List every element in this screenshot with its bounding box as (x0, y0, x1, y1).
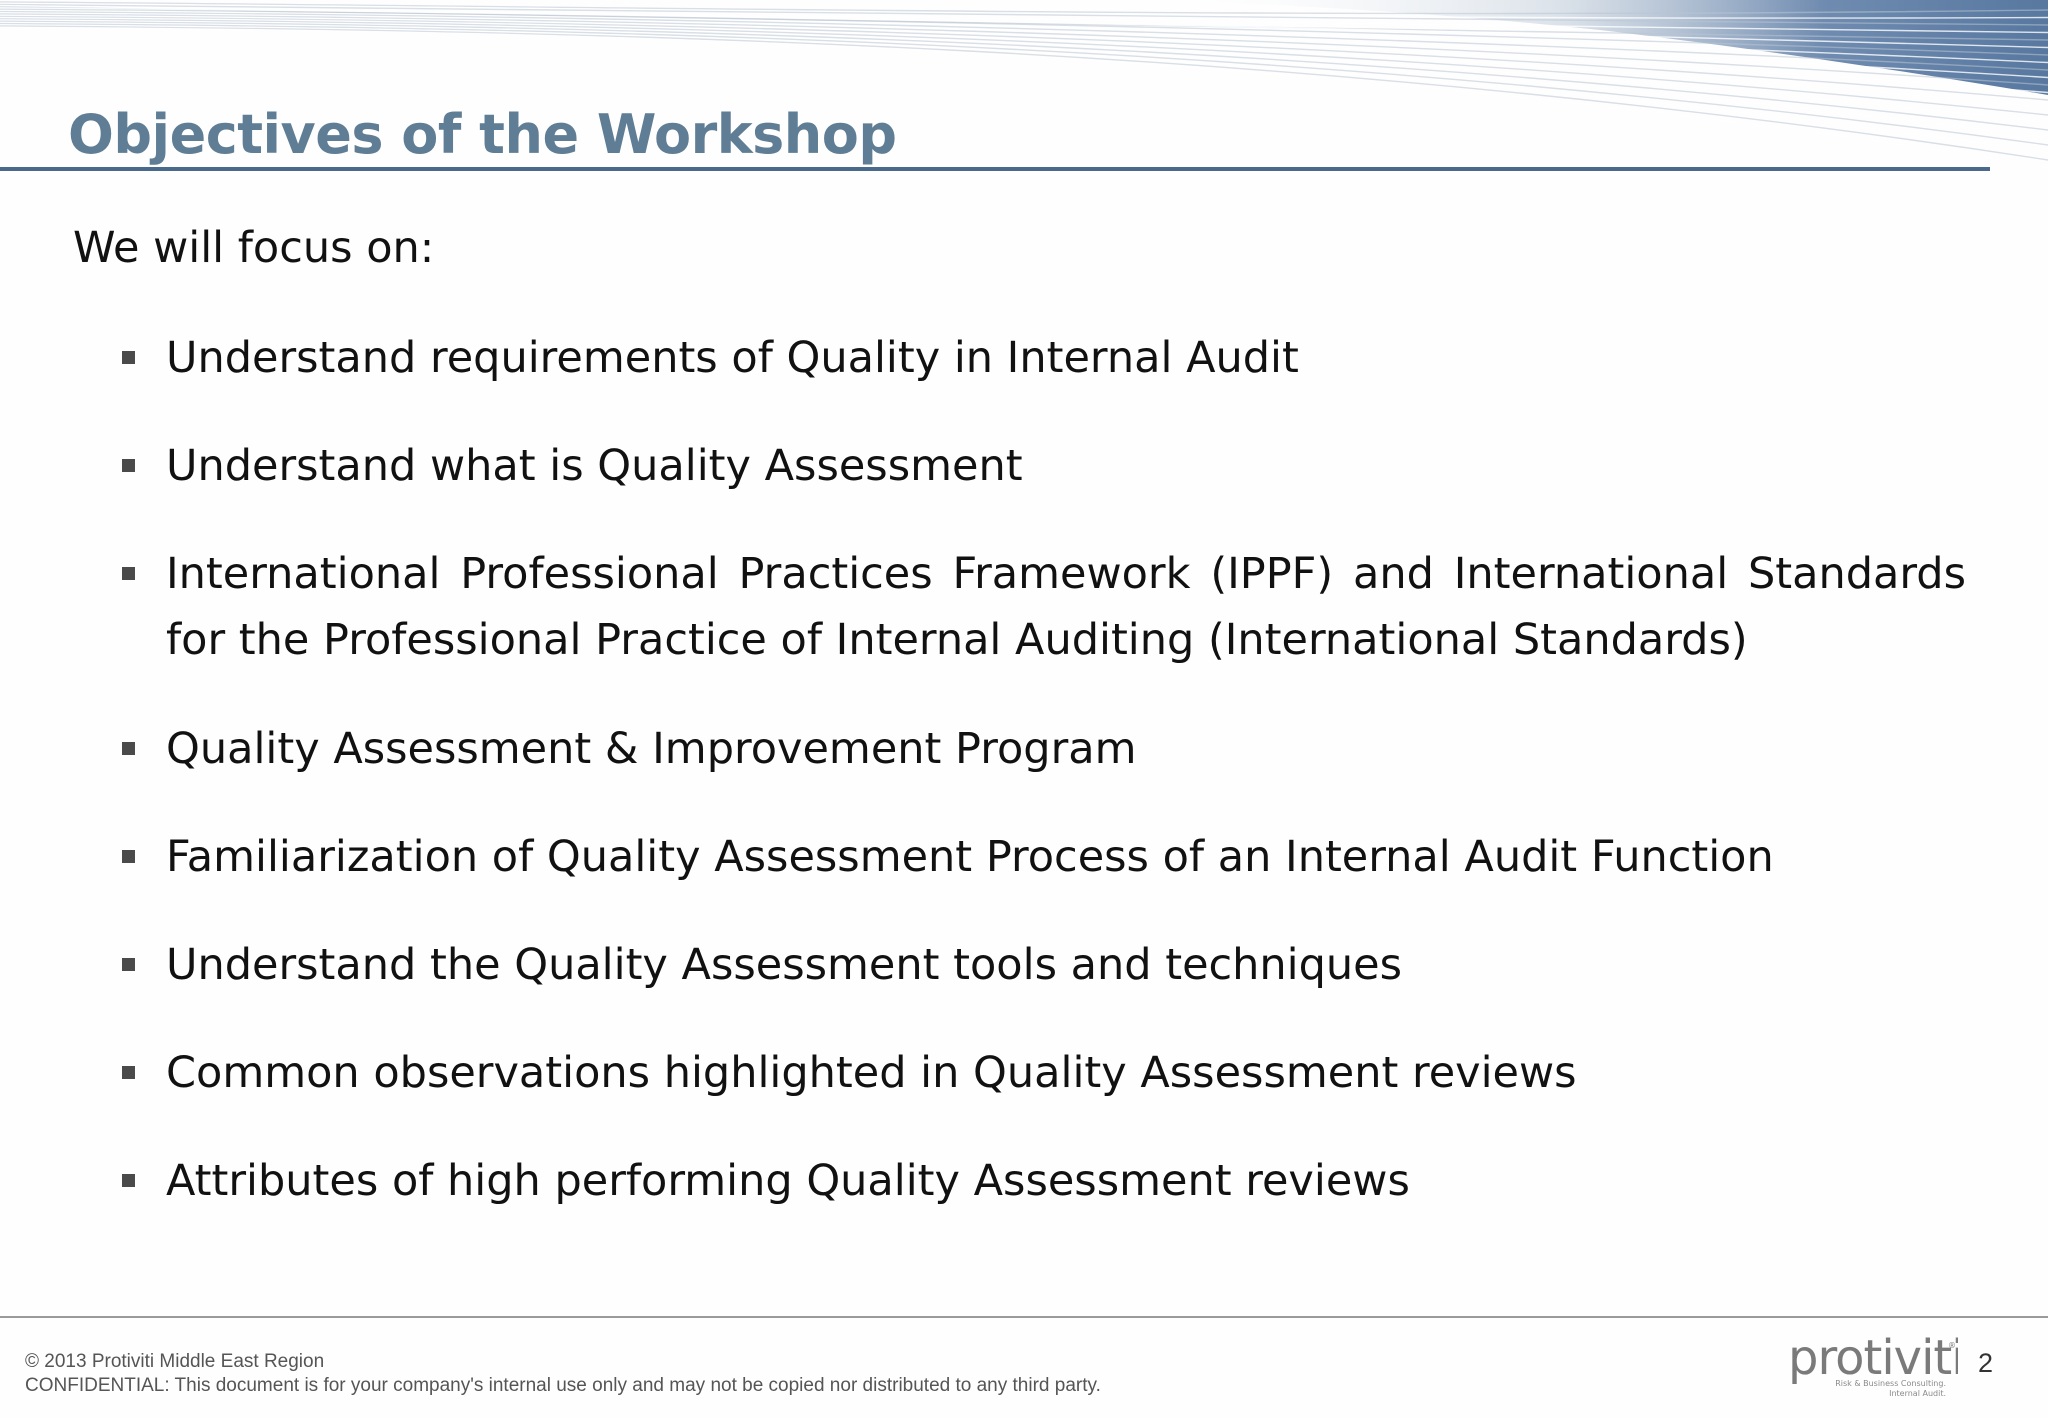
page-number: 2 (1978, 1348, 1994, 1378)
square-bullet-icon (122, 1066, 135, 1079)
list-item-text: Understand requirements of Quality in In… (166, 333, 1299, 383)
svg-text:Internal Audit.: Internal Audit. (1889, 1389, 1946, 1398)
list-item-text: Attributes of high performing Quality As… (166, 1156, 1410, 1206)
svg-text:Risk & Business Consulting.: Risk & Business Consulting. (1835, 1379, 1946, 1388)
list-item-text: International Professional Practices Fra… (166, 549, 1966, 665)
square-bullet-icon (122, 351, 135, 364)
square-bullet-icon (122, 1174, 135, 1187)
title-underline (0, 167, 1990, 171)
footer-divider (0, 1316, 2048, 1318)
square-bullet-icon (122, 958, 135, 971)
slide-title: Objectives of the Workshop (68, 103, 897, 166)
square-bullet-icon (122, 850, 135, 863)
list-item-text: Understand the Quality Assessment tools … (166, 940, 1403, 990)
square-bullet-icon (122, 567, 135, 580)
list-item-text: Familiarization of Quality Assessment Pr… (166, 832, 1774, 882)
copyright-text: © 2013 Protiviti Middle East Region (25, 1351, 325, 1372)
square-bullet-icon (122, 459, 135, 472)
svg-text:protiviti: protiviti (1788, 1330, 1958, 1386)
list-item-text: Quality Assessment & Improvement Program (166, 724, 1137, 774)
svg-text:®: ® (1948, 1341, 1956, 1350)
protiviti-logo: protiviti ® Risk & Business Consulting. … (1788, 1330, 1958, 1398)
list-item-text: Common observations highlighted in Quali… (166, 1048, 1577, 1098)
list-item-text: Understand what is Quality Assessment (166, 441, 1023, 491)
intro-text: We will focus on: (73, 223, 435, 273)
square-bullet-icon (122, 742, 135, 755)
slide: Objectives of the Workshop We will focus… (0, 0, 2048, 1418)
confidential-notice: CONFIDENTIAL: This document is for your … (25, 1375, 1101, 1396)
